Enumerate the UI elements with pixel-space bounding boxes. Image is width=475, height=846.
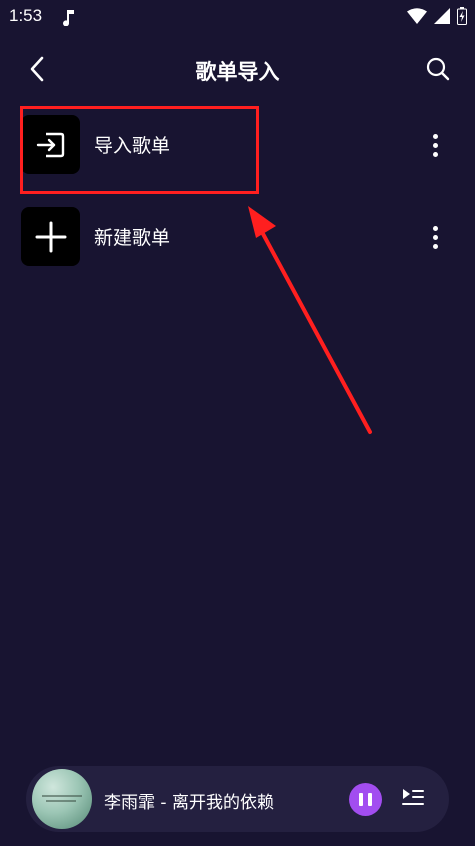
battery-icon <box>457 7 467 25</box>
mini-player[interactable]: 李雨霏 - 离开我的依赖 <box>26 766 449 832</box>
header: 歌单导入 <box>0 46 475 92</box>
pause-button[interactable] <box>349 783 382 816</box>
signal-icon <box>434 8 450 24</box>
song-title: 李雨霏 - 离开我的依赖 <box>104 793 274 813</box>
more-button[interactable] <box>425 219 445 255</box>
more-vertical-icon <box>432 133 438 139</box>
more-button[interactable] <box>425 127 445 163</box>
highlight-box <box>20 106 259 194</box>
pause-icon <box>359 793 363 806</box>
list-item-label: 新建歌单 <box>94 227 171 249</box>
search-button[interactable] <box>425 56 451 82</box>
search-icon <box>426 57 450 81</box>
page-title: 歌单导入 <box>195 60 280 84</box>
more-vertical-icon <box>432 225 438 231</box>
status-bar: 1:53 <box>0 0 475 34</box>
music-note-icon <box>63 10 74 26</box>
playlist-icon <box>402 789 424 805</box>
playlist-button[interactable] <box>401 786 425 810</box>
status-time: 1:53 <box>9 6 43 25</box>
plus-icon <box>21 207 80 266</box>
list-item-new-playlist[interactable]: 新建歌单 <box>0 199 475 277</box>
album-art[interactable] <box>32 769 92 829</box>
wifi-icon <box>407 8 427 24</box>
status-icons <box>407 7 467 25</box>
